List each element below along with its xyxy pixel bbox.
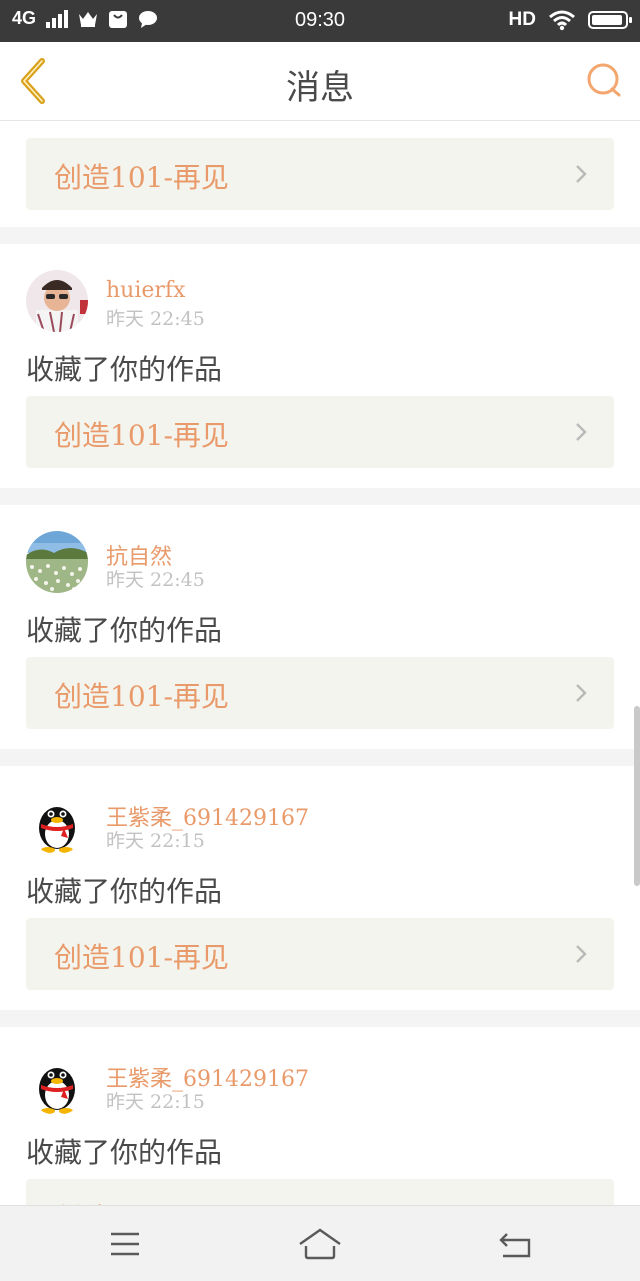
work-title: 创造101-再见 <box>54 419 229 452</box>
work-link[interactable]: 创造101-再见 <box>26 1179 614 1205</box>
message-card: 王紫柔_691429167 昨天 22:15 收藏了你的作品 创造101-再见 <box>0 1027 640 1205</box>
work-link[interactable]: 创造101-再见 <box>26 918 614 990</box>
chevron-right-icon <box>576 423 587 441</box>
message-text: 收藏了你的作品 <box>26 1136 223 1169</box>
battery-icon <box>588 11 632 29</box>
header: 消息 <box>0 42 640 121</box>
search-icon[interactable] <box>586 62 624 100</box>
work-title: 创造101-再见 <box>54 1197 229 1205</box>
scrollbar[interactable] <box>634 706 640 886</box>
message-list[interactable]: 创造101-再见 huierfx 昨天 22:45 收藏了你的作品 创造101-… <box>0 121 640 1205</box>
home-icon[interactable] <box>290 1222 350 1266</box>
work-link[interactable]: 创造101-再见 <box>26 138 614 210</box>
message-time: 昨天 22:45 <box>106 308 205 330</box>
divider <box>0 749 640 766</box>
work-title: 创造101-再见 <box>54 680 229 713</box>
chevron-right-icon <box>576 945 587 963</box>
penguin-icon <box>26 792 88 854</box>
chevron-right-icon <box>576 684 587 702</box>
message-card: huierfx 昨天 22:45 收藏了你的作品 创造101-再见 <box>0 244 640 488</box>
system-nav-bar <box>0 1205 640 1281</box>
message-text: 收藏了你的作品 <box>26 353 223 386</box>
avatar[interactable] <box>26 792 88 854</box>
divider <box>0 488 640 505</box>
menu-icon[interactable] <box>95 1222 155 1266</box>
status-bar: 4G 09:30 HD <box>0 0 640 42</box>
message-time: 昨天 22:45 <box>106 569 205 591</box>
message-card: 创造101-再见 <box>0 121 640 227</box>
hd-label: HD <box>508 9 536 30</box>
divider <box>0 227 640 244</box>
avatar[interactable] <box>26 270 88 332</box>
penguin-icon <box>26 1053 88 1115</box>
message-text: 收藏了你的作品 <box>26 614 223 647</box>
avatar[interactable] <box>26 531 88 593</box>
work-link[interactable]: 创造101-再见 <box>26 657 614 729</box>
work-link[interactable]: 创造101-再见 <box>26 396 614 468</box>
work-title: 创造101-再见 <box>54 941 229 974</box>
message-time: 昨天 22:15 <box>106 830 205 852</box>
wifi-icon <box>549 10 575 31</box>
page-title: 消息 <box>286 68 354 108</box>
avatar[interactable] <box>26 1053 88 1115</box>
return-icon[interactable] <box>485 1222 545 1266</box>
chevron-right-icon <box>576 165 587 183</box>
message-card: 抗自然 昨天 22:45 收藏了你的作品 创造101-再见 <box>0 505 640 749</box>
message-time: 昨天 22:15 <box>106 1091 205 1113</box>
divider <box>0 1010 640 1027</box>
work-title: 创造101-再见 <box>54 161 229 194</box>
status-right: HD <box>508 9 632 31</box>
user-name[interactable]: huierfx <box>106 278 185 303</box>
message-text: 收藏了你的作品 <box>26 875 223 908</box>
message-card: 王紫柔_691429167 昨天 22:15 收藏了你的作品 创造101-再见 <box>0 766 640 1010</box>
